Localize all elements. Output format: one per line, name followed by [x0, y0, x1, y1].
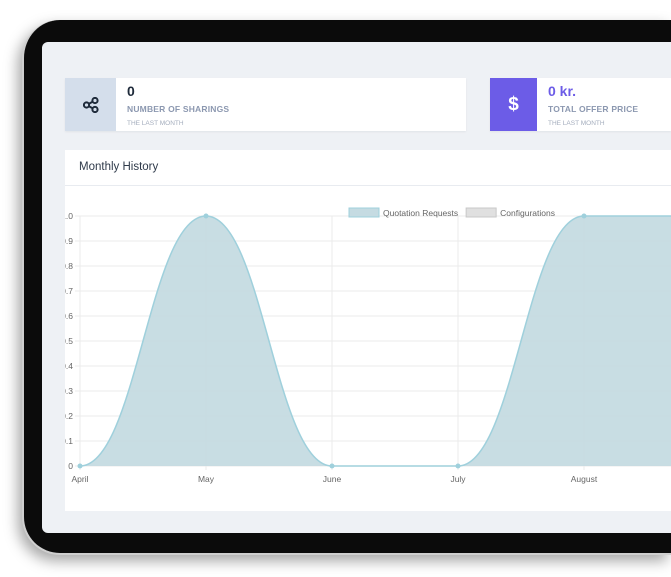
- y-tick-label: 0.4: [65, 361, 73, 371]
- stat-card-offer-price: $ 0 kr. TOTAL OFFER PRICE THE LAST MONTH: [490, 78, 671, 131]
- dollar-icon: $: [490, 78, 537, 131]
- y-tick-label: 0.5: [65, 336, 73, 346]
- legend-label: Quotation Requests: [383, 208, 458, 218]
- stat-card-sharings: 0 NUMBER OF SHARINGS THE LAST MONTH: [65, 78, 466, 131]
- y-tick-label: 0: [68, 461, 73, 471]
- data-point: [581, 213, 587, 219]
- y-tick-label: 0.6: [65, 311, 73, 321]
- monthly-history-chart: 0 0.1 0.2 0.3 0.4 0.5 0.6 0.7 0.8 0.9 1.0 April May J…: [65, 207, 671, 484]
- legend-label: Configurations: [500, 208, 555, 218]
- y-tick-label: 1.0: [65, 211, 73, 221]
- stat-label: NUMBER OF SHARINGS: [127, 104, 230, 114]
- y-tick-label: 0.2: [65, 411, 73, 421]
- y-tick-label: 0.9: [65, 236, 73, 246]
- data-point: [455, 463, 461, 469]
- screen: 0 NUMBER OF SHARINGS THE LAST MONTH $ 0 …: [42, 42, 671, 533]
- monthly-history-panel: Monthly History 0 0.1 0.2 0.3 0.4 0.5 0.6 0.7 0.…: [65, 150, 671, 511]
- legend-swatch: [465, 207, 497, 218]
- x-tick-label: July: [450, 474, 466, 484]
- y-tick-label: 0.1: [65, 436, 73, 446]
- stat-sub: THE LAST MONTH: [548, 120, 605, 127]
- share-icon: [65, 78, 116, 131]
- legend-swatch: [348, 207, 380, 218]
- y-tick-label: 0.3: [65, 386, 73, 396]
- x-tick-label: April: [71, 474, 88, 484]
- y-tick-label: 0.7: [65, 286, 73, 296]
- stat-sub: THE LAST MONTH: [127, 120, 184, 127]
- x-tick-label: June: [323, 474, 342, 484]
- data-point: [203, 213, 209, 219]
- stat-label: TOTAL OFFER PRICE: [548, 104, 639, 114]
- y-tick-label: 0.8: [65, 261, 73, 271]
- data-point: [329, 463, 335, 469]
- x-tick-label: May: [198, 474, 215, 484]
- x-tick-label: August: [571, 474, 598, 484]
- stat-value: 0: [127, 83, 135, 99]
- data-point: [77, 463, 83, 469]
- stat-value: 0 kr.: [548, 83, 577, 99]
- panel-title: Monthly History: [65, 150, 671, 186]
